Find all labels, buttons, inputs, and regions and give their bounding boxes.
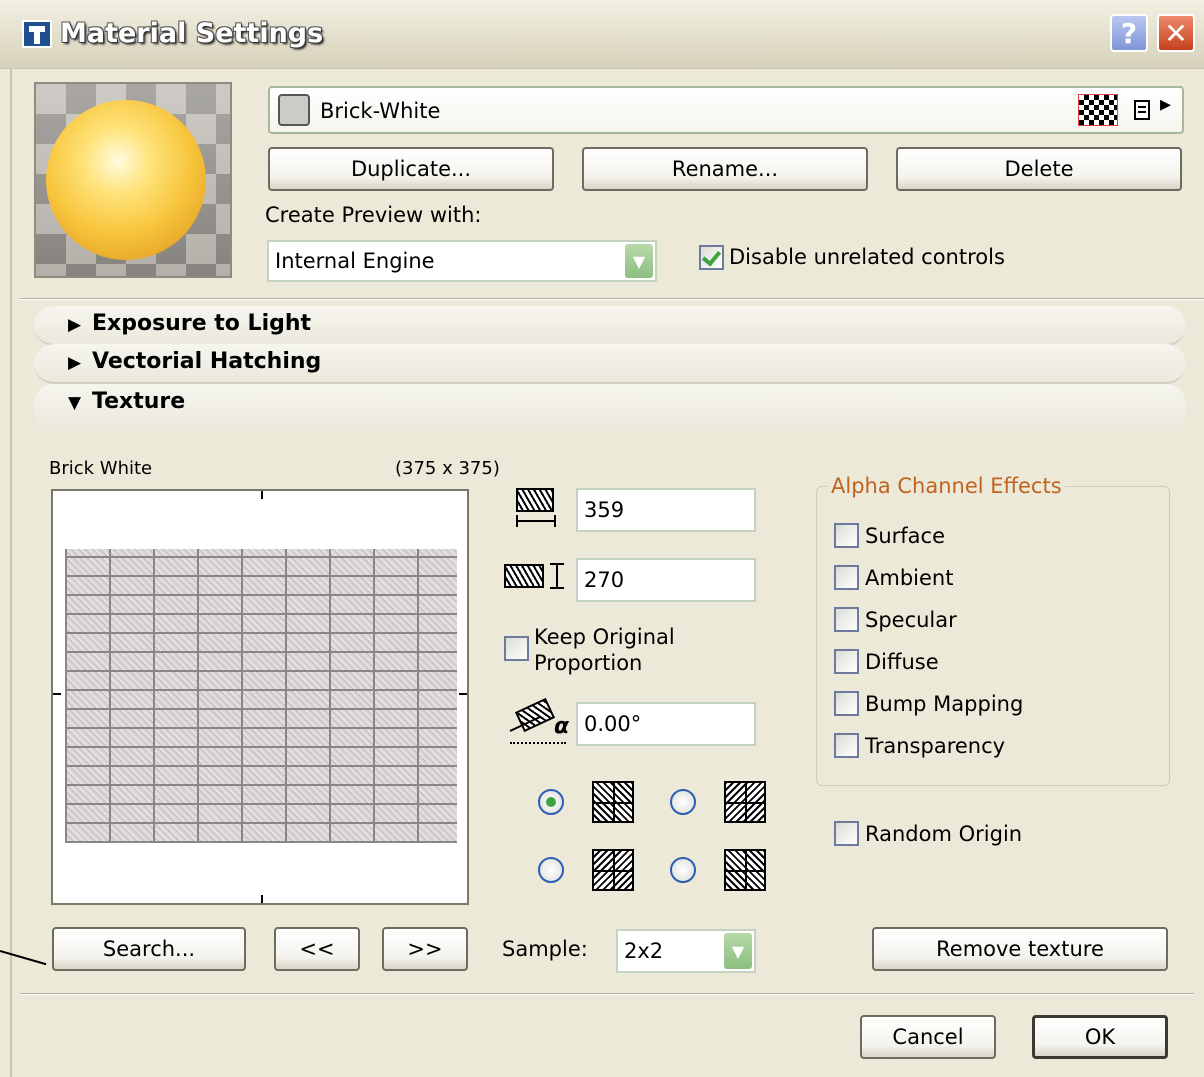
pattern-radio-2[interactable] <box>670 789 696 815</box>
pattern-radio-4[interactable] <box>670 857 696 883</box>
texture-angle-input[interactable]: 0.00° <box>576 702 756 746</box>
ok-button[interactable]: OK <box>1032 1015 1168 1059</box>
section-title: Texture <box>92 389 186 414</box>
sample-select[interactable]: 2x2 ▼ <box>616 929 756 973</box>
sample-value: 2x2 <box>624 939 664 963</box>
texture-height-input[interactable]: 270 <box>576 558 756 602</box>
texture-width-input[interactable]: 359 <box>576 488 756 532</box>
search-texture-button[interactable]: Search... <box>52 927 246 971</box>
texture-name: Brick White <box>49 458 153 479</box>
surface-label: Surface <box>865 524 946 548</box>
keep-proportion-label-line2: Proportion <box>534 651 643 675</box>
material-preview <box>34 82 232 278</box>
section-exposure-to-light[interactable]: ▶ Exposure to Light <box>34 306 1186 346</box>
separator <box>20 993 1194 995</box>
alpha-channel-title: Alpha Channel Effects <box>828 474 1065 498</box>
separator <box>20 298 1204 300</box>
check-mark-icon <box>701 246 722 267</box>
alpha-symbol: α <box>554 714 570 739</box>
window-title: Material Settings <box>60 18 324 49</box>
disable-unrelated-checkbox[interactable] <box>699 245 724 270</box>
rename-button[interactable]: Rename... <box>582 147 868 191</box>
section-vectorial-hatching[interactable]: ▶ Vectorial Hatching <box>34 344 1186 384</box>
ambient-label: Ambient <box>865 566 954 590</box>
keep-proportion-checkbox[interactable] <box>504 636 529 661</box>
preview-engine-value: Internal Engine <box>275 249 435 273</box>
previous-texture-button[interactable]: << <box>274 927 360 971</box>
material-name: Brick-White <box>320 99 441 123</box>
texture-width-icon <box>514 488 558 530</box>
specular-checkbox[interactable] <box>834 607 859 632</box>
surface-checkbox[interactable] <box>834 523 859 548</box>
bump-mapping-checkbox[interactable] <box>834 691 859 716</box>
collapse-arrow-icon: ▼ <box>68 393 82 413</box>
sample-label: Sample: <box>502 937 588 961</box>
diffuse-checkbox[interactable] <box>834 649 859 674</box>
texture-height-icon <box>504 562 568 592</box>
preview-engine-select[interactable]: Internal Engine ▼ <box>267 240 657 282</box>
keep-proportion-label-line1: Keep Original <box>534 625 675 649</box>
section-title: Exposure to Light <box>92 311 312 336</box>
chevron-down-icon[interactable]: ▼ <box>625 244 653 278</box>
radio-selected-dot <box>546 797 556 807</box>
chevron-down-icon[interactable]: ▼ <box>724 933 752 969</box>
brick-texture-image <box>65 549 457 843</box>
section-texture[interactable]: ▼ Texture <box>34 384 1186 430</box>
pattern-origin-icon-2 <box>724 781 766 823</box>
title-bar[interactable]: Material Settings ? ✕ <box>0 0 1204 69</box>
ambient-checkbox[interactable] <box>834 565 859 590</box>
texture-angle-icon: α <box>508 697 574 746</box>
transparency-label: Transparency <box>865 734 1006 758</box>
random-origin-label: Random Origin <box>865 822 1023 846</box>
diffuse-label: Diffuse <box>865 650 939 674</box>
disable-unrelated-label: Disable unrelated controls <box>729 245 1005 269</box>
bump-mapping-label: Bump Mapping <box>865 692 1024 716</box>
window-left-border <box>10 68 12 1077</box>
pattern-origin-icon-4 <box>724 849 766 891</box>
create-preview-label: Create Preview with: <box>265 203 482 227</box>
document-icon[interactable] <box>1134 100 1150 120</box>
expand-arrow-icon: ▶ <box>68 353 82 373</box>
remove-texture-button[interactable]: Remove texture <box>872 927 1168 971</box>
help-button[interactable]: ? <box>1110 14 1148 52</box>
close-button[interactable]: ✕ <box>1157 14 1195 52</box>
texture-pattern-icon <box>1078 94 1118 126</box>
section-title: Vectorial Hatching <box>92 349 322 374</box>
transparency-checkbox[interactable] <box>834 733 859 758</box>
duplicate-button[interactable]: Duplicate... <box>268 147 554 191</box>
menu-arrow-icon[interactable]: ▸ <box>1160 92 1171 117</box>
material-settings-dialog: Material Settings ? ✕ Brick-White ▸ Dupl… <box>0 0 1204 1077</box>
delete-button[interactable]: Delete <box>896 147 1182 191</box>
app-icon <box>22 20 52 48</box>
pattern-origin-icon-1 <box>592 781 634 823</box>
material-sphere <box>46 100 206 260</box>
texture-size: (375 x 375) <box>395 458 500 479</box>
texture-preview <box>51 489 469 905</box>
pattern-radio-3[interactable] <box>538 857 564 883</box>
material-selector[interactable]: Brick-White ▸ <box>268 86 1184 134</box>
pattern-origin-icon-3 <box>592 849 634 891</box>
pattern-radio-1[interactable] <box>538 789 564 815</box>
random-origin-checkbox[interactable] <box>834 821 859 846</box>
next-texture-button[interactable]: >> <box>382 927 468 971</box>
specular-label: Specular <box>865 608 957 632</box>
material-color-swatch <box>278 94 310 126</box>
cancel-button[interactable]: Cancel <box>860 1015 996 1059</box>
expand-arrow-icon: ▶ <box>68 315 82 335</box>
